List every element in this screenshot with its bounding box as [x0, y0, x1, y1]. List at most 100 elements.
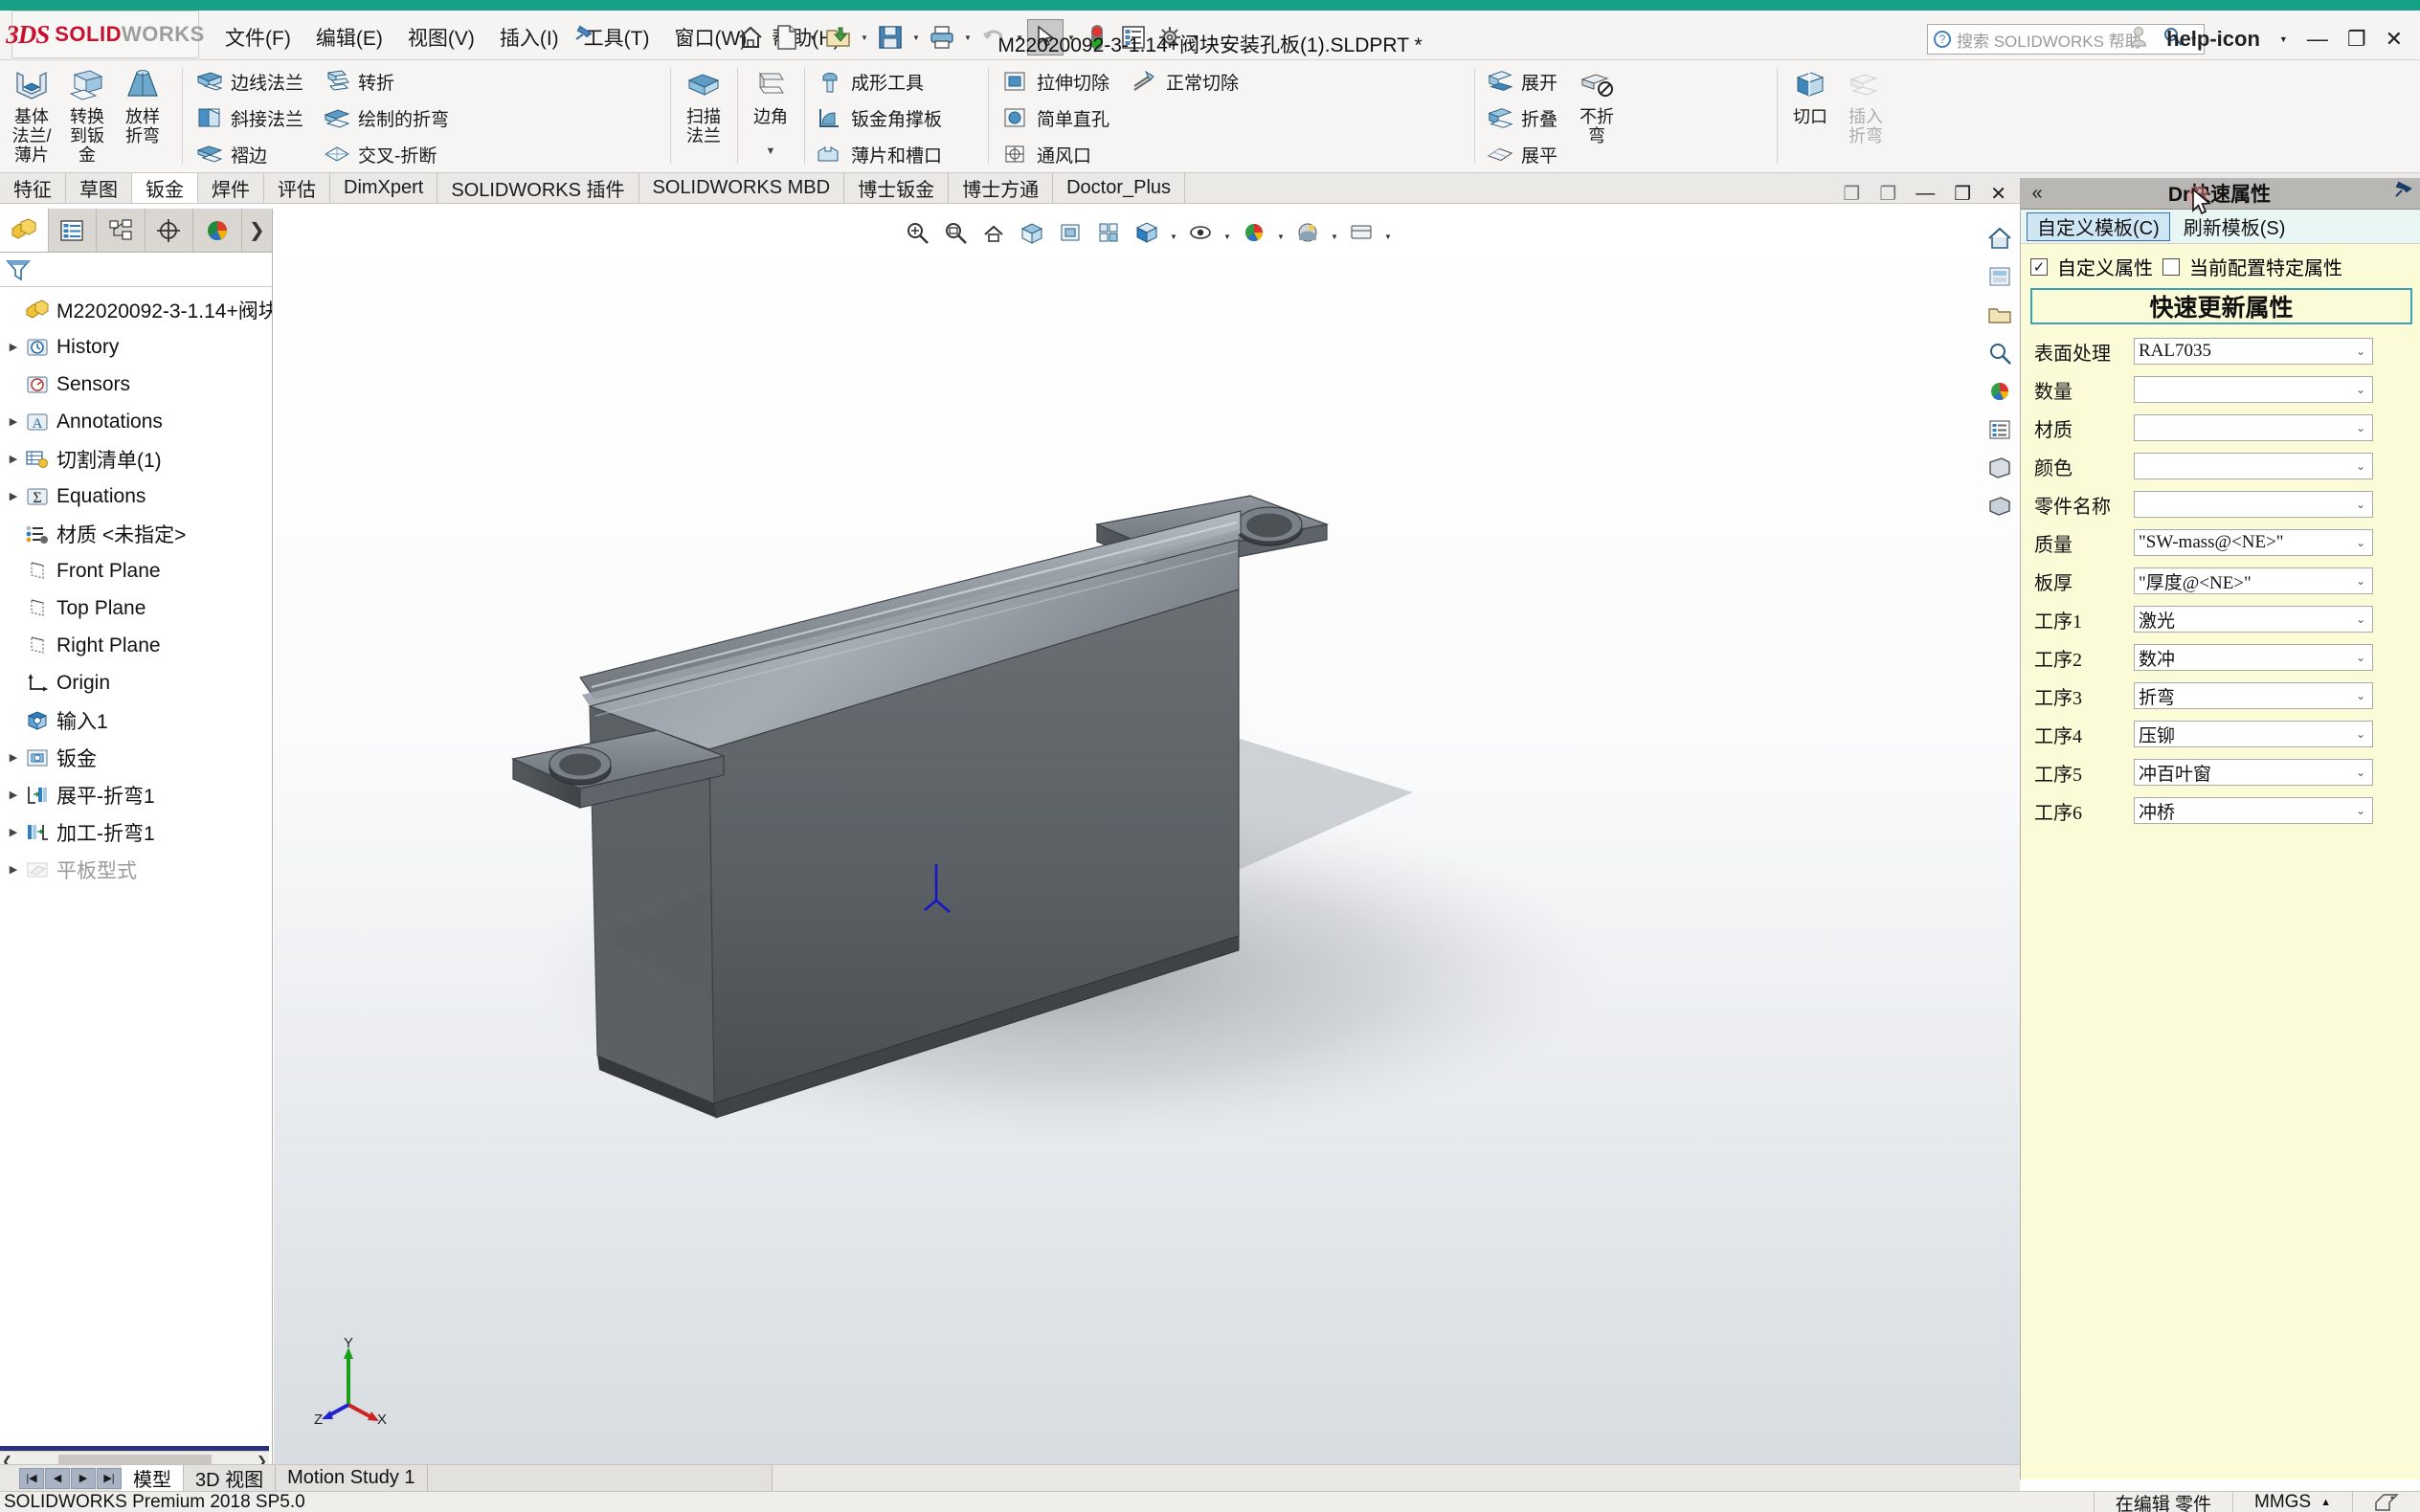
open-document-icon[interactable] — [820, 19, 857, 56]
tree-item-flatten-bend1[interactable]: 展平-折弯1 — [0, 776, 272, 813]
tree-twist-annotations[interactable] — [4, 415, 23, 428]
mass-combo[interactable]: "SW-mass@<NE>" ⌄ — [2134, 529, 2373, 556]
edge-flange-button[interactable]: 边线法兰 — [190, 63, 309, 100]
process5-combo[interactable]: 冲百叶窗 ⌄ — [2134, 759, 2373, 786]
print-caret[interactable] — [960, 19, 975, 56]
options-list-icon[interactable] — [1115, 19, 1152, 56]
open-document-caret[interactable] — [857, 19, 872, 56]
doc-minimize-button[interactable]: — — [1906, 183, 1944, 205]
help-icon[interactable]: help-icon — [2157, 27, 2270, 52]
feature-tree-filter[interactable] — [0, 253, 272, 287]
print-icon[interactable] — [924, 19, 960, 56]
tree-item-flat-pattern[interactable]: 平板型式 — [0, 851, 272, 888]
tree-item-process-bend1[interactable]: 加工-折弯1 — [0, 813, 272, 851]
corner-button[interactable]: 边角 ▼ — [743, 63, 798, 157]
new-document-icon[interactable] — [769, 19, 805, 56]
thickness-combo[interactable]: "厚度@<NE>" ⌄ — [2134, 567, 2373, 594]
swept-flange-button[interactable]: 扫描 法兰 — [676, 63, 731, 145]
next-tab-icon[interactable]: ▶ — [71, 1467, 96, 1489]
rebuild-icon[interactable] — [1079, 19, 1115, 56]
home-icon[interactable] — [732, 19, 769, 56]
dimxpert-manager-tab[interactable] — [146, 209, 194, 252]
save-icon[interactable] — [872, 19, 908, 56]
pin-icon[interactable] — [2386, 180, 2420, 207]
bottom-tab-model[interactable]: 模型 — [122, 1465, 184, 1491]
doc-restore-button[interactable]: ❐ — [1944, 182, 1981, 206]
chevron-down-icon[interactable]: ⌄ — [2353, 804, 2368, 817]
close-button[interactable]: ✕ — [2376, 27, 2412, 52]
part-3d-model[interactable] — [274, 209, 2020, 1470]
view-palette-icon[interactable] — [1982, 373, 2018, 410]
chevron-down-icon[interactable]: ⌄ — [2353, 345, 2368, 358]
tree-item-sensors[interactable]: Sensors — [0, 366, 272, 403]
forming-tool-button[interactable]: 成形工具 — [810, 63, 948, 100]
color-combo[interactable]: ⌄ — [2134, 453, 2373, 479]
doc-close-button[interactable]: ✕ — [1981, 182, 2016, 206]
tree-twist-process-bend1[interactable] — [4, 826, 23, 838]
options-caret[interactable] — [1188, 19, 1203, 56]
undo-icon[interactable] — [975, 19, 1012, 56]
display-manager-tab[interactable] — [193, 209, 242, 252]
process2-combo[interactable]: 数冲 ⌄ — [2134, 644, 2373, 671]
options-gear-icon[interactable] — [1152, 19, 1188, 56]
corner-caret[interactable]: ▼ — [743, 145, 798, 157]
tree-twist-flatten-bend1[interactable] — [4, 789, 23, 801]
normal-cut-button[interactable]: 正常切除 — [1125, 63, 1244, 100]
fold-button[interactable]: 折叠 — [1480, 100, 1563, 136]
custom-template-button[interactable]: 自定义模板(C) — [2027, 211, 2170, 241]
select-tool-caret[interactable] — [1064, 19, 1079, 56]
drquick-icon[interactable] — [1982, 488, 2018, 524]
custom-properties-checkbox[interactable]: ✓ — [2030, 257, 2048, 276]
units-caret-icon[interactable]: ▲ — [2320, 1497, 2331, 1508]
feature-manager-more-icon[interactable]: ❯ — [242, 209, 272, 252]
chevron-down-icon[interactable]: ⌄ — [2353, 651, 2368, 664]
rip-button[interactable]: 切口 — [1782, 63, 1838, 126]
tree-item-part[interactable]: M22020092-3-1.14+阀块安装 — [0, 291, 272, 328]
tree-item-equations[interactable]: Σ Equations — [0, 478, 272, 515]
cross-break-button[interactable]: 交叉-折断 — [317, 136, 455, 172]
menu-item-view[interactable]: 视图(V) — [395, 19, 487, 56]
graphics-area[interactable]: Y X Z — [274, 209, 2020, 1470]
chevron-down-icon[interactable]: ⌄ — [2353, 459, 2368, 473]
tree-twist-history[interactable] — [4, 341, 23, 353]
chevron-down-icon[interactable]: ⌄ — [2353, 727, 2368, 741]
base-flange-button[interactable]: 基体 法兰/薄片 — [4, 63, 59, 165]
vent-button[interactable]: 通风口 — [996, 136, 1115, 172]
tree-item-history[interactable]: History — [0, 328, 272, 366]
sheetmetal-gusset-button[interactable]: 钣金角撑板 — [810, 100, 948, 136]
pin-menu-icon[interactable] — [572, 24, 594, 51]
home-panel-icon[interactable] — [1982, 220, 2018, 256]
tree-item-material[interactable]: 材质 <未指定> — [0, 515, 272, 552]
search-panel-icon[interactable] — [1982, 335, 2018, 371]
chevron-double-left-icon[interactable]: « — [2021, 183, 2053, 205]
process6-combo[interactable]: 冲桥 ⌄ — [2134, 797, 2373, 824]
file-explorer-icon[interactable] — [1982, 297, 2018, 333]
select-tool-icon[interactable] — [1027, 19, 1064, 56]
miter-flange-button[interactable]: 斜接法兰 — [190, 100, 309, 136]
tree-twist-equations[interactable] — [4, 490, 23, 502]
custom-properties-icon[interactable] — [1982, 450, 2018, 486]
tree-item-right-plane[interactable]: Right Plane — [0, 627, 272, 664]
tree-item-top-plane[interactable]: Top Plane — [0, 589, 272, 627]
menu-item-file[interactable]: 文件(F) — [213, 19, 303, 56]
last-tab-icon[interactable]: ▶| — [97, 1467, 122, 1489]
part-name-combo[interactable]: ⌄ — [2134, 491, 2373, 518]
surface-treatment-combo[interactable]: RAL7035 ⌄ — [2134, 338, 2373, 365]
appearance-list-icon[interactable] — [1982, 411, 2018, 448]
menu-item-edit[interactable]: 编辑(E) — [303, 19, 395, 56]
chevron-down-icon[interactable]: ⌄ — [2353, 383, 2368, 396]
bottom-tab-3dviews[interactable]: 3D 视图 — [184, 1465, 277, 1491]
chevron-down-icon[interactable]: ⌄ — [2353, 612, 2368, 626]
maximize-button[interactable]: ❐ — [2338, 27, 2376, 52]
sketched-bend-button[interactable]: 绘制的折弯 — [317, 100, 455, 136]
tree-twist-sheetmetal[interactable] — [4, 751, 23, 764]
chevron-down-icon[interactable]: ⌄ — [2353, 766, 2368, 779]
tree-twist-flat-pattern[interactable] — [4, 863, 23, 876]
first-tab-icon[interactable]: |◀ — [19, 1467, 44, 1489]
hem-button[interactable]: 褶边 — [190, 136, 309, 172]
doc-restore-small-icon[interactable]: ❐ — [1833, 182, 1870, 206]
tree-twist-cutlist[interactable] — [4, 453, 23, 465]
quantity-combo[interactable]: ⌄ — [2134, 376, 2373, 403]
process4-combo[interactable]: 压铆 ⌄ — [2134, 721, 2373, 747]
convert-to-sheetmetal-button[interactable]: 转换 到钣金 — [59, 63, 115, 165]
